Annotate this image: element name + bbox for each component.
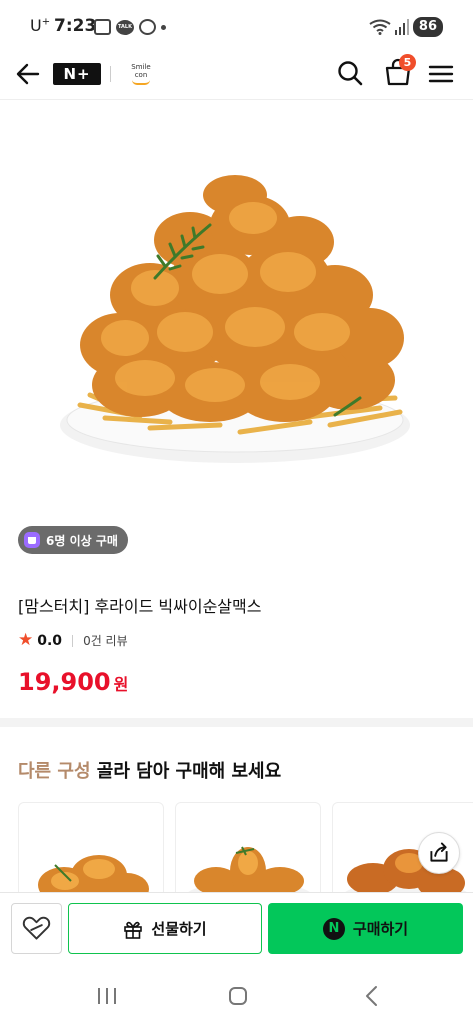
price-unit: 원 — [113, 675, 129, 694]
signal-icon — [394, 19, 409, 35]
notification-icons: TALK — [94, 18, 166, 36]
related-section-title: 다른 구성 골라 담아 구매해 보세요 — [18, 757, 281, 783]
home-icon[interactable] — [228, 986, 248, 1006]
clock: 7:23 — [54, 16, 97, 36]
status-bar: U+ 7:23 TALK 86 — [0, 0, 473, 52]
smilecon-logo[interactable]: Smile con — [128, 60, 154, 86]
shopping-bag-icon — [24, 532, 40, 548]
purchase-count-badge: 6명 이상 구매 — [18, 526, 128, 554]
app-header: N+ Smile con 5 — [0, 52, 473, 100]
share-button[interactable] — [418, 832, 460, 874]
related-product-image — [38, 855, 149, 901]
price: 19,900 원 — [18, 668, 128, 696]
cart-count-badge: 5 — [399, 54, 416, 71]
heart-icon — [22, 916, 51, 940]
related-product-card[interactable] — [175, 802, 321, 902]
nav-back-icon[interactable] — [362, 984, 382, 1008]
naver-pay-icon: N — [322, 917, 345, 940]
screenshot-icon — [94, 19, 111, 35]
related-title-accent: 다른 구성 — [18, 761, 91, 782]
star-icon: ★ — [18, 630, 34, 650]
bottom-action-bar: 선물하기 N 구매하기 — [0, 892, 473, 968]
kakaotalk-icon: TALK — [116, 19, 134, 35]
buy-button-label: 구매하기 — [352, 920, 409, 938]
price-value: 19,900 — [18, 668, 111, 696]
wishlist-button[interactable] — [11, 903, 62, 954]
wifi-icon — [369, 19, 391, 35]
recent-apps-icon[interactable] — [95, 986, 119, 1006]
more-dot-icon — [161, 24, 166, 30]
buy-button[interactable]: N 구매하기 — [268, 903, 463, 954]
related-product-card[interactable] — [18, 802, 164, 902]
related-title-rest: 골라 담아 구매해 보세요 — [90, 761, 282, 782]
product-title: [맘스터치] 후라이드 빅싸이순살맥스 — [18, 597, 262, 616]
gift-icon — [124, 921, 143, 939]
search-icon[interactable] — [335, 58, 365, 88]
battery-indicator: 86 — [412, 17, 443, 37]
product-image — [60, 175, 410, 463]
carrier-label: U+ — [30, 16, 51, 35]
section-divider — [0, 718, 473, 727]
system-nav-bar — [0, 968, 473, 1024]
chat-bubble-icon — [139, 19, 156, 35]
gift-button[interactable]: 선물하기 — [68, 903, 262, 954]
system-icons: 86 — [369, 17, 443, 37]
share-icon — [430, 842, 448, 862]
rating-score: 0.0 — [37, 632, 63, 649]
rating-divider — [72, 634, 74, 647]
smilecon-label: Smile con — [131, 63, 151, 79]
purchase-count-label: 6명 이상 구매 — [46, 533, 118, 548]
gift-button-label: 선물하기 — [151, 920, 207, 938]
smile-mark-icon — [132, 80, 150, 85]
review-count[interactable]: 0건 리뷰 — [83, 632, 128, 649]
back-arrow-icon[interactable] — [14, 60, 42, 88]
related-product-image — [183, 846, 315, 901]
nplus-store-logo[interactable]: N+ — [53, 63, 101, 85]
menu-icon[interactable] — [428, 60, 454, 88]
rating-row[interactable]: ★ 0.0 0건 리뷰 — [18, 632, 128, 649]
logo-divider — [110, 66, 111, 82]
